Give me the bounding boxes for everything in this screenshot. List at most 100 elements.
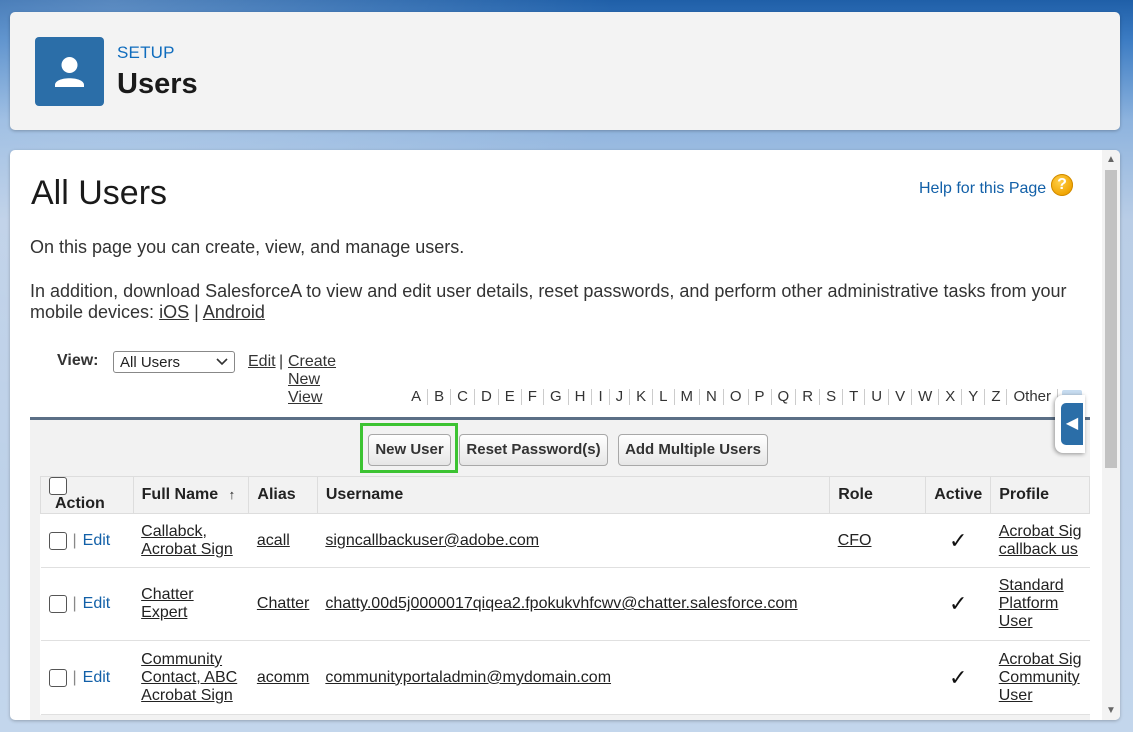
full-name-line[interactable]: Callabck, (141, 523, 207, 540)
row-profile[interactable]: Acrobat Sig Community User (990, 640, 1090, 716)
username-link[interactable]: chatty.00d5j0000017qiqea2.fpokukvhfcwv@c… (325, 595, 797, 612)
alphabet-filter-q[interactable]: Q (772, 388, 796, 405)
alphabet-filter-f[interactable]: F (522, 388, 543, 405)
alphabet-filter-j[interactable]: J (610, 388, 630, 405)
row-profile[interactable]: Standard Platform User (990, 567, 1090, 642)
scroll-up-arrow-icon[interactable]: ▲ (1106, 154, 1116, 165)
alphabet-filter-h[interactable]: H (569, 388, 592, 405)
full-name-line[interactable]: Contact, ABC (141, 669, 237, 686)
select-all-checkbox[interactable] (49, 477, 67, 495)
profile-line[interactable]: Standard (999, 577, 1064, 594)
alias-link[interactable]: Chatter (257, 595, 309, 612)
row-checkbox[interactable] (48, 531, 67, 550)
full-name-line[interactable]: Chatter (141, 586, 193, 603)
header-alias[interactable]: Alias (248, 475, 318, 515)
alphabet-filter-o[interactable]: O (724, 388, 748, 405)
profile-line[interactable]: User (999, 687, 1033, 704)
username-link[interactable]: communityportaladmin@mydomain.com (325, 669, 611, 686)
row-edit-link[interactable]: Edit (83, 669, 111, 686)
row-checkbox[interactable] (48, 668, 67, 687)
row-role[interactable]: CFO (829, 513, 926, 569)
full-name-line[interactable]: Community (141, 651, 222, 668)
alphabet-filter-y[interactable]: Y (962, 388, 984, 405)
full-name-line[interactable]: Expert (141, 604, 187, 621)
alphabet-filter-i[interactable]: I (592, 388, 608, 405)
alphabet-filter-a[interactable]: A (405, 388, 427, 405)
alphabet-filter-d[interactable]: D (475, 388, 498, 405)
alphabet-filter-t[interactable]: T (843, 388, 864, 405)
alphabet-filter-l[interactable]: L (653, 388, 673, 405)
table-row: | Edit Callabck, Acrobat Sign acall signc… (40, 513, 1090, 569)
new-user-button[interactable]: New User (368, 434, 451, 466)
alphabet-filter-v[interactable]: V (889, 388, 911, 405)
profile-line[interactable]: User (999, 613, 1033, 630)
alphabet-filter-b[interactable]: B (428, 388, 450, 405)
alphabet-filter-u[interactable]: U (865, 388, 888, 405)
role-link[interactable]: CFO (838, 532, 872, 549)
ios-link[interactable]: iOS (159, 302, 189, 322)
alphabet-filter-c[interactable]: C (451, 388, 474, 405)
alphabet-filter-r[interactable]: R (796, 388, 819, 405)
view-select[interactable]: All Users (113, 351, 235, 373)
scroll-thumb[interactable] (1105, 170, 1117, 468)
page-title: All Users (31, 174, 168, 212)
alias-link[interactable]: acomm (257, 669, 309, 686)
row-full-name[interactable]: Chatter Expert (133, 567, 249, 642)
alphabet-filter-m[interactable]: M (675, 388, 700, 405)
add-multiple-users-button[interactable]: Add Multiple Users (618, 434, 768, 466)
profile-line[interactable]: Platform (999, 595, 1059, 612)
alphabet-filter-e[interactable]: E (499, 388, 521, 405)
setup-label: SETUP (117, 43, 175, 62)
reset-password-button[interactable]: Reset Password(s) (459, 434, 608, 466)
table-row: | Edit Chatter Expert Chatter chatty.00d5… (40, 567, 1090, 642)
alphabet-filter-p[interactable]: P (749, 388, 771, 405)
header-profile[interactable]: Profile (990, 475, 1090, 515)
help-link[interactable]: Help for this Page (919, 180, 1046, 198)
main-content: All Users Help for this Page ? On this p… (10, 150, 1120, 720)
username-link[interactable]: signcallbackuser@adobe.com (325, 532, 539, 549)
alphabet-filter-n[interactable]: N (700, 388, 723, 405)
row-username[interactable]: chatty.00d5j0000017qiqea2.fpokukvhfcwv@c… (317, 567, 830, 642)
row-full-name[interactable]: Community Contact, ABC Acrobat Sign (133, 640, 249, 716)
alias-link[interactable]: acall (257, 532, 290, 549)
page-scrollbar[interactable]: ▲ ▼ (1102, 150, 1120, 720)
sidebar-toggle[interactable]: ◀ (1055, 395, 1085, 453)
full-name-line[interactable]: Acrobat Sign (141, 541, 233, 558)
alphabet-filter: A B C D E F G H I J K L M N O P Q R S T U V W X Y Z Other (405, 388, 1082, 405)
row-alias[interactable]: acall (248, 513, 318, 569)
full-name-line[interactable]: Acrobat Sign (141, 687, 233, 704)
alphabet-filter-g[interactable]: G (544, 388, 568, 405)
alphabet-filter-x[interactable]: X (939, 388, 961, 405)
row-username[interactable]: signcallbackuser@adobe.com (317, 513, 830, 569)
profile-line[interactable]: Community (999, 669, 1080, 686)
header-active[interactable]: Active (925, 475, 992, 515)
header-full-name-label: Full Name (141, 486, 219, 504)
row-username[interactable]: communityportaladmin@mydomain.com (317, 640, 830, 716)
alphabet-filter-z[interactable]: Z (985, 388, 1006, 405)
profile-line[interactable]: Acrobat Sig (999, 651, 1082, 668)
create-new-view-link[interactable]: Create New View (288, 353, 336, 407)
alphabet-filter-k[interactable]: K (630, 388, 652, 405)
row-checkbox[interactable] (48, 595, 67, 614)
android-link[interactable]: Android (203, 302, 265, 322)
alphabet-filter-s[interactable]: S (820, 388, 842, 405)
alphabet-filter-w[interactable]: W (912, 388, 938, 405)
header-role[interactable]: Role (829, 475, 927, 515)
row-alias[interactable]: acomm (248, 640, 318, 716)
checkmark-icon: ✓ (949, 591, 968, 617)
help-icon[interactable]: ? (1051, 174, 1073, 196)
profile-line[interactable]: callback us (999, 541, 1078, 558)
row-edit-link[interactable]: Edit (83, 532, 111, 549)
alphabet-filter-other[interactable]: Other (1007, 388, 1057, 405)
row-edit-link[interactable]: Edit (83, 595, 111, 612)
row-full-name[interactable]: Callabck, Acrobat Sign (133, 513, 249, 569)
header-full-name[interactable]: Full Name ↑ (132, 475, 250, 515)
row-alias[interactable]: Chatter (248, 567, 318, 642)
header-title: Users (117, 68, 198, 100)
view-edit-link[interactable]: Edit (248, 353, 276, 371)
header-username[interactable]: Username (316, 475, 831, 515)
row-profile[interactable]: Acrobat Sig callback us (990, 513, 1090, 569)
row-active: ✓ (925, 513, 991, 569)
profile-line[interactable]: Acrobat Sig (999, 523, 1082, 540)
scroll-down-arrow-icon[interactable]: ▼ (1106, 705, 1116, 716)
